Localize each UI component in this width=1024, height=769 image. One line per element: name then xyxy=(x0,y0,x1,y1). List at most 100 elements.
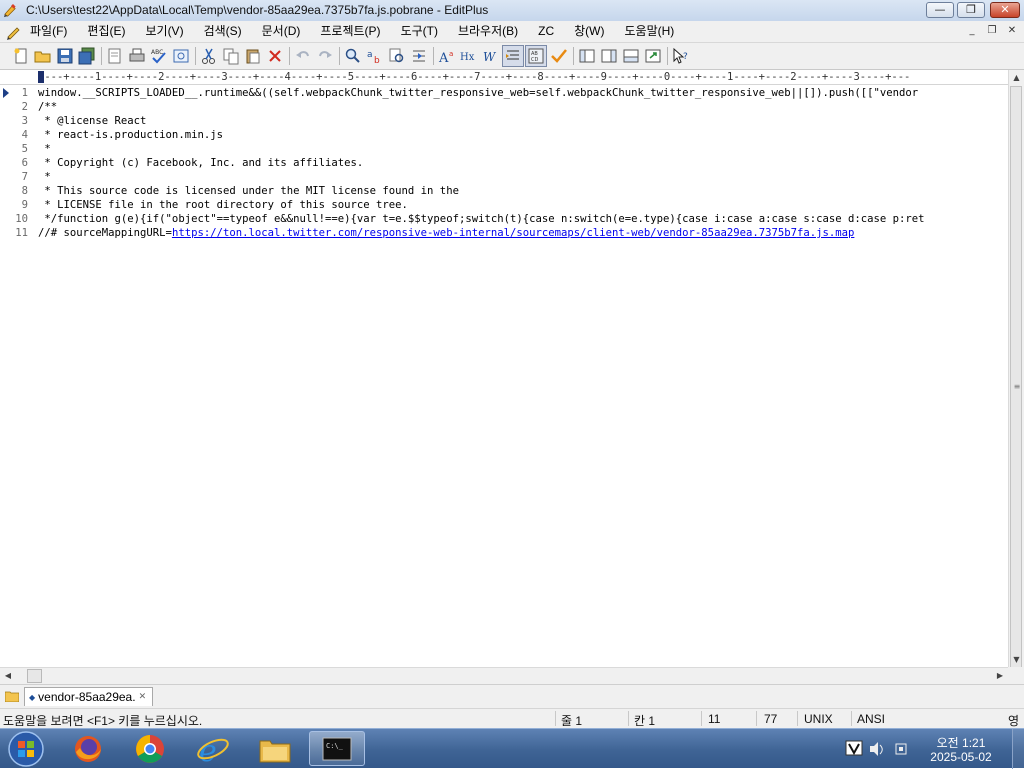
horizontal-scrollbar[interactable]: ◀ ▶ xyxy=(0,667,1008,684)
menu-document[interactable]: 문서(D) xyxy=(262,21,309,42)
save-icon[interactable] xyxy=(56,47,74,65)
redo-icon[interactable] xyxy=(316,47,334,65)
maximize-button[interactable]: ❐ xyxy=(957,2,985,18)
status-eol-format[interactable]: UNIX xyxy=(804,712,833,726)
line-text[interactable]: //# sourceMappingURL=https://ton.local.t… xyxy=(38,226,854,240)
line-text[interactable]: * @license React xyxy=(38,114,146,128)
save-all-icon[interactable] xyxy=(78,47,96,65)
mdi-controls: _ ❐ ✕ xyxy=(964,24,1020,38)
code-line[interactable]: 2 /** xyxy=(0,100,1008,114)
folder-icon[interactable] xyxy=(5,690,19,702)
show-desktop-button[interactable] xyxy=(1012,729,1024,769)
file-explorer-icon[interactable] xyxy=(257,732,293,766)
copy-icon[interactable] xyxy=(222,47,240,65)
menu-project[interactable]: 프로젝트(P) xyxy=(320,21,388,42)
spell-check-icon[interactable]: ABC xyxy=(150,47,168,65)
scroll-left-arrow-icon[interactable]: ◀ xyxy=(0,668,16,684)
close-button[interactable]: ✕ xyxy=(990,2,1020,18)
line-text[interactable]: * xyxy=(38,170,50,184)
line-number-icon[interactable] xyxy=(504,47,522,65)
delete-icon[interactable] xyxy=(266,47,284,65)
help-cursor-icon[interactable]: ? xyxy=(672,47,690,65)
code-line[interactable]: 4 * react-is.production.min.js xyxy=(0,128,1008,142)
checkmark-icon[interactable] xyxy=(550,47,568,65)
menu-file[interactable]: 파일(F) xyxy=(30,21,75,42)
menu-window[interactable]: 창(W) xyxy=(574,21,612,42)
scroll-down-arrow-icon[interactable]: ▼ xyxy=(1009,652,1024,667)
status-encoding[interactable]: ANSI xyxy=(857,712,885,726)
html-toolbar-icon[interactable]: Hx xyxy=(460,47,478,65)
line-text[interactable]: window.__SCRIPTS_LOADED__.runtime&&((sel… xyxy=(38,86,918,100)
menu-edit[interactable]: 편집(E) xyxy=(87,21,133,42)
title-bar[interactable]: C:\Users\test22\AppData\Local\Temp\vendo… xyxy=(0,0,1024,22)
firefox-icon[interactable] xyxy=(70,732,106,766)
code-line[interactable]: 1 window.__SCRIPTS_LOADED__.runtime&&((se… xyxy=(0,86,1008,100)
menu-help[interactable]: 도움말(H) xyxy=(625,21,683,42)
horizontal-scroll-thumb[interactable] xyxy=(27,669,42,683)
menu-tools[interactable]: 도구(T) xyxy=(401,21,446,42)
mdi-restore-button[interactable]: ❐ xyxy=(984,24,1000,38)
code-line[interactable]: 5 * xyxy=(0,142,1008,156)
font-icon[interactable]: Aa xyxy=(438,47,456,65)
output-window-icon[interactable] xyxy=(622,47,640,65)
code-line[interactable]: 10 */function g(e){if("object"==typeof e… xyxy=(0,212,1008,226)
line-text[interactable]: /** xyxy=(38,100,57,114)
code-line[interactable]: 9 * LICENSE file in the root directory o… xyxy=(0,198,1008,212)
chrome-icon[interactable] xyxy=(132,732,168,766)
tab-vendor-file[interactable]: ◆ vendor-85aa29ea. ✕ xyxy=(24,687,154,706)
tab-close-icon[interactable]: ✕ xyxy=(139,692,147,702)
clock-time[interactable]: 오전 1:21 xyxy=(926,734,996,751)
scroll-right-arrow-icon[interactable]: ▶ xyxy=(992,668,1008,684)
mdi-minimize-button[interactable]: _ xyxy=(964,24,980,38)
status-help-text: 도움말을 보려면 <F1> 키를 누르십시오. xyxy=(3,714,203,728)
line-text[interactable]: * This source code is licensed under the… xyxy=(38,184,459,198)
new-file-icon[interactable] xyxy=(12,47,30,65)
cut-icon[interactable] xyxy=(200,47,218,65)
line-text[interactable]: * Copyright (c) Facebook, Inc. and its a… xyxy=(38,156,363,170)
menu-search[interactable]: 검색(S) xyxy=(204,21,250,42)
code-line[interactable]: 7 * xyxy=(0,170,1008,184)
code-line[interactable]: 3 * @license React xyxy=(0,114,1008,128)
minimize-button[interactable]: — xyxy=(926,2,954,18)
vertical-scroll-thumb[interactable]: ≡ xyxy=(1010,86,1022,711)
word-wrap-icon[interactable]: W xyxy=(482,47,500,65)
clock-date[interactable]: 2025-05-02 xyxy=(926,750,996,764)
directory-window-icon[interactable] xyxy=(578,47,596,65)
editor-area[interactable]: 1 window.__SCRIPTS_LOADED__.runtime&&((se… xyxy=(0,85,1008,667)
line-text[interactable]: * xyxy=(38,142,50,156)
line-text[interactable]: * LICENSE file in the root directory of … xyxy=(38,198,408,212)
cliptext-window-icon[interactable] xyxy=(600,47,618,65)
open-folder-icon[interactable] xyxy=(34,47,52,65)
code-line[interactable]: 6 * Copyright (c) Facebook, Inc. and its… xyxy=(0,156,1008,170)
document-pen-icon[interactable] xyxy=(6,24,22,40)
undo-icon[interactable] xyxy=(294,47,312,65)
code-line[interactable]: 8 * This source code is licensed under t… xyxy=(0,184,1008,198)
find-icon[interactable] xyxy=(344,47,362,65)
scroll-up-arrow-icon[interactable]: ▲ xyxy=(1009,70,1024,85)
editplus-app-icon[interactable] xyxy=(3,3,18,18)
menu-browser[interactable]: 브라우저(B) xyxy=(458,21,526,42)
internet-explorer-icon[interactable]: e xyxy=(195,732,231,766)
line-text[interactable]: */function g(e){if("object"==typeof e&&n… xyxy=(38,212,924,226)
print-preview-icon[interactable] xyxy=(106,47,124,65)
source-map-link[interactable]: https://ton.local.twitter.com/responsive… xyxy=(172,227,854,239)
column-select-icon[interactable]: ABCD xyxy=(527,47,545,65)
browser-preview-icon[interactable] xyxy=(172,47,190,65)
toolbar-separator xyxy=(433,47,434,65)
vertical-scrollbar[interactable]: ▲ ≡ ▼ xyxy=(1008,70,1024,711)
fullscreen-icon[interactable] xyxy=(644,47,662,65)
system-tray-icons[interactable] xyxy=(844,739,914,759)
code-line[interactable]: 11 //# sourceMappingURL=https://ton.local… xyxy=(0,226,1008,240)
window-title: C:\Users\test22\AppData\Local\Temp\vendo… xyxy=(26,3,489,17)
line-text[interactable]: * react-is.production.min.js xyxy=(38,128,223,142)
goto-line-icon[interactable] xyxy=(410,47,428,65)
print-icon[interactable] xyxy=(128,47,146,65)
menu-zc[interactable]: ZC xyxy=(538,21,562,42)
command-prompt-task[interactable]: C:\_ xyxy=(309,731,365,766)
find-in-files-icon[interactable] xyxy=(388,47,406,65)
paste-icon[interactable] xyxy=(244,47,262,65)
mdi-close-button[interactable]: ✕ xyxy=(1004,24,1020,38)
replace-icon[interactable]: ab xyxy=(366,47,384,65)
start-button[interactable] xyxy=(7,730,45,768)
menu-view[interactable]: 보기(V) xyxy=(145,21,191,42)
